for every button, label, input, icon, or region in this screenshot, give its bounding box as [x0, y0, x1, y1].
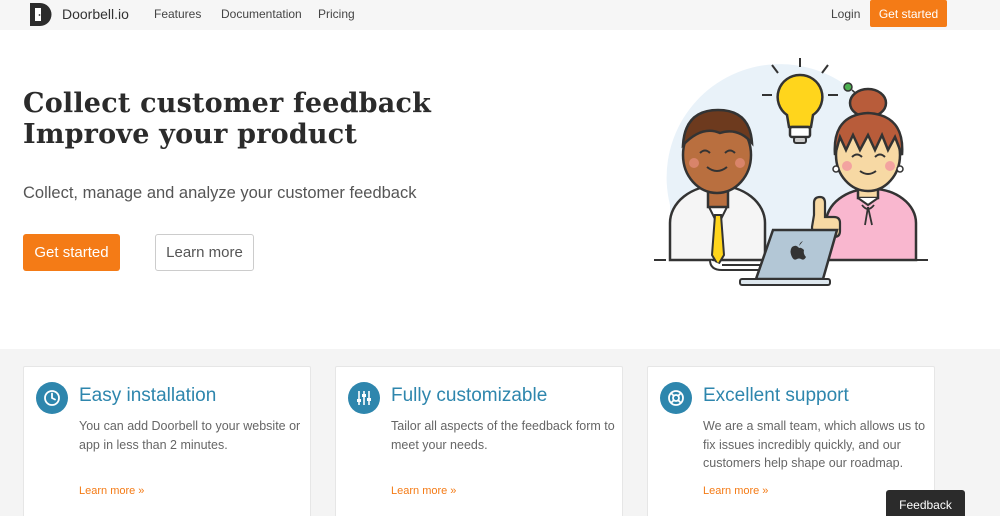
feature-learn-more-link[interactable]: Learn more » [391, 485, 456, 497]
hero-title-line-2: Improve your product [23, 119, 358, 150]
feature-description: We are a small team, which allows us to … [703, 419, 926, 470]
top-navbar: Doorbell.io Features Documentation Prici… [0, 0, 1000, 30]
clock-icon [36, 382, 68, 414]
hero-title-line-1: Collect customer feedback [23, 88, 431, 119]
hero-get-started-button[interactable]: Get started [23, 234, 120, 271]
feedback-tab-button[interactable]: Feedback [886, 490, 965, 516]
hero-subtitle: Collect, manage and analyze your custome… [23, 184, 417, 202]
feature-card-fully-customizable: Fully customizable Tailor all aspects of… [335, 366, 623, 516]
hero-title: Collect customer feedback Improve your p… [23, 88, 431, 150]
brand-name[interactable]: Doorbell.io [62, 6, 129, 22]
feature-learn-more-link[interactable]: Learn more » [79, 485, 144, 497]
feature-card-easy-installation: Easy installation You can add Doorbell t… [23, 366, 311, 516]
feature-title: Fully customizable [391, 385, 548, 406]
nav-link-features[interactable]: Features [154, 7, 201, 21]
feature-description: Tailor all aspects of the feedback form … [391, 419, 615, 452]
feature-title: Easy installation [79, 385, 217, 406]
hero-learn-more-button[interactable]: Learn more [155, 234, 254, 271]
nav-link-pricing[interactable]: Pricing [318, 7, 355, 21]
feature-title: Excellent support [703, 385, 849, 406]
login-link[interactable]: Login [831, 7, 860, 21]
lifebuoy-icon [660, 382, 692, 414]
nav-get-started-button[interactable]: Get started [870, 0, 947, 27]
doorbell-logo-icon[interactable] [28, 2, 54, 27]
hero-illustration [654, 58, 928, 286]
feature-learn-more-link[interactable]: Learn more » [703, 485, 768, 497]
sliders-icon [348, 382, 380, 414]
feature-description: You can add Doorbell to your website or … [79, 419, 301, 452]
nav-link-documentation[interactable]: Documentation [221, 7, 302, 21]
